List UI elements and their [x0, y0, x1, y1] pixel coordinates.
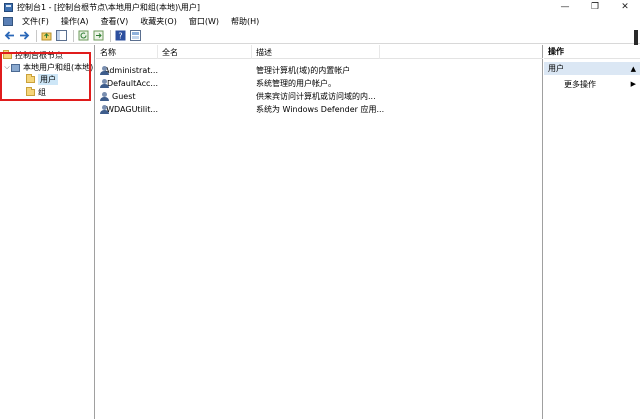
forward-arrow-icon[interactable]	[18, 29, 31, 42]
show-tree-icon[interactable]	[55, 29, 68, 42]
red-annotation-box	[0, 52, 91, 101]
toolbar-separator	[73, 29, 74, 42]
console-menu-icon[interactable]	[3, 16, 13, 26]
results-list-pane: 名称 全名 描述 Administrat... 管理计算机(域)的内置帐户 De…	[96, 45, 543, 419]
menu-help[interactable]: 帮助(H)	[225, 16, 265, 27]
row-name-text: DefaultAcc...	[107, 78, 158, 88]
export-icon[interactable]	[92, 29, 105, 42]
back-arrow-icon[interactable]	[3, 29, 16, 42]
actions-title: 操作	[544, 45, 640, 59]
table-row[interactable]: Administrat... 管理计算机(域)的内置帐户	[96, 64, 543, 76]
row-name-cell: Administrat...	[100, 64, 158, 76]
window-title: 控制台1 - [控制台根节点\本地用户和组(本地)\用户]	[17, 2, 200, 12]
row-fullname-cell	[162, 77, 252, 89]
menu-action[interactable]: 操作(A)	[55, 16, 95, 27]
row-name-text: Guest	[112, 91, 136, 101]
more-actions-item[interactable]: 更多操作 ▶	[544, 78, 640, 90]
table-row[interactable]: Guest 供来宾访问计算机或访问域的内...	[96, 90, 543, 102]
help-icon[interactable]: ?	[114, 29, 127, 42]
menu-favorites[interactable]: 收藏夹(O)	[134, 16, 183, 27]
menu-window[interactable]: 窗口(W)	[183, 16, 225, 27]
title-bar: 控制台1 - [控制台根节点\本地用户和组(本地)\用户] — ❐ ✕	[0, 0, 640, 14]
menu-file[interactable]: 文件(F)	[16, 16, 55, 27]
properties-icon[interactable]	[129, 29, 142, 42]
restore-button[interactable]: ❐	[580, 0, 610, 14]
row-description-cell: 系统为 Windows Defender 应用...	[256, 104, 385, 114]
list-header: 名称 全名 描述	[96, 45, 543, 59]
mmc-app-icon	[4, 2, 13, 12]
row-name-text: Administrat...	[104, 65, 158, 75]
window-controls: — ❐ ✕	[550, 0, 640, 14]
actions-section-label: 用户	[548, 64, 564, 73]
user-icon	[100, 65, 110, 75]
user-icon	[100, 78, 109, 88]
row-name-text: WDAGUtilit...	[106, 104, 158, 114]
svg-text:?: ?	[118, 32, 122, 41]
row-name-cell: DefaultAcc...	[100, 77, 158, 89]
up-folder-icon[interactable]	[40, 29, 53, 42]
column-name-header[interactable]: 名称	[96, 45, 158, 59]
row-description-cell: 管理计算机(域)的内置帐户	[256, 65, 351, 75]
collapse-caret-icon[interactable]: ▲	[631, 65, 636, 73]
close-button[interactable]: ✕	[610, 0, 640, 14]
column-description-header[interactable]: 描述	[252, 45, 380, 59]
row-fullname-cell	[162, 90, 252, 102]
more-actions-label: 更多操作	[564, 79, 596, 89]
table-row[interactable]: DefaultAcc... 系统管理的用户帐户。	[96, 77, 543, 89]
table-row[interactable]: WDAGUtilit... 系统为 Windows Defender 应用...	[96, 103, 543, 115]
row-fullname-cell	[162, 103, 252, 115]
submenu-arrow-icon: ▶	[630, 80, 636, 88]
row-fullname-cell	[162, 64, 252, 76]
minimize-button[interactable]: —	[550, 0, 580, 14]
toolbar-separator	[110, 29, 111, 42]
actions-section-users[interactable]: 用户 ▲	[544, 62, 640, 75]
user-icon	[100, 104, 110, 114]
column-fullname-header[interactable]: 全名	[158, 45, 252, 59]
row-description-cell: 供来宾访问计算机或访问域的内...	[256, 91, 376, 101]
row-name-cell: Guest	[100, 90, 158, 102]
menu-view[interactable]: 查看(V)	[95, 16, 135, 27]
toolbar-separator	[36, 29, 37, 42]
row-name-cell: WDAGUtilit...	[100, 103, 158, 115]
row-description-cell: 系统管理的用户帐户。	[256, 78, 336, 88]
console-tree-pane: 控制台根节点 ⌵ 本地用户和组(本地) 用户 组	[0, 45, 95, 419]
toolbar: ?	[0, 28, 640, 44]
user-icon	[100, 91, 109, 101]
refresh-icon[interactable]	[77, 29, 90, 42]
actions-pane: 操作 用户 ▲ 更多操作 ▶	[544, 45, 640, 419]
menu-bar: 文件(F) 操作(A) 查看(V) 收藏夹(O) 窗口(W) 帮助(H)	[0, 14, 640, 28]
